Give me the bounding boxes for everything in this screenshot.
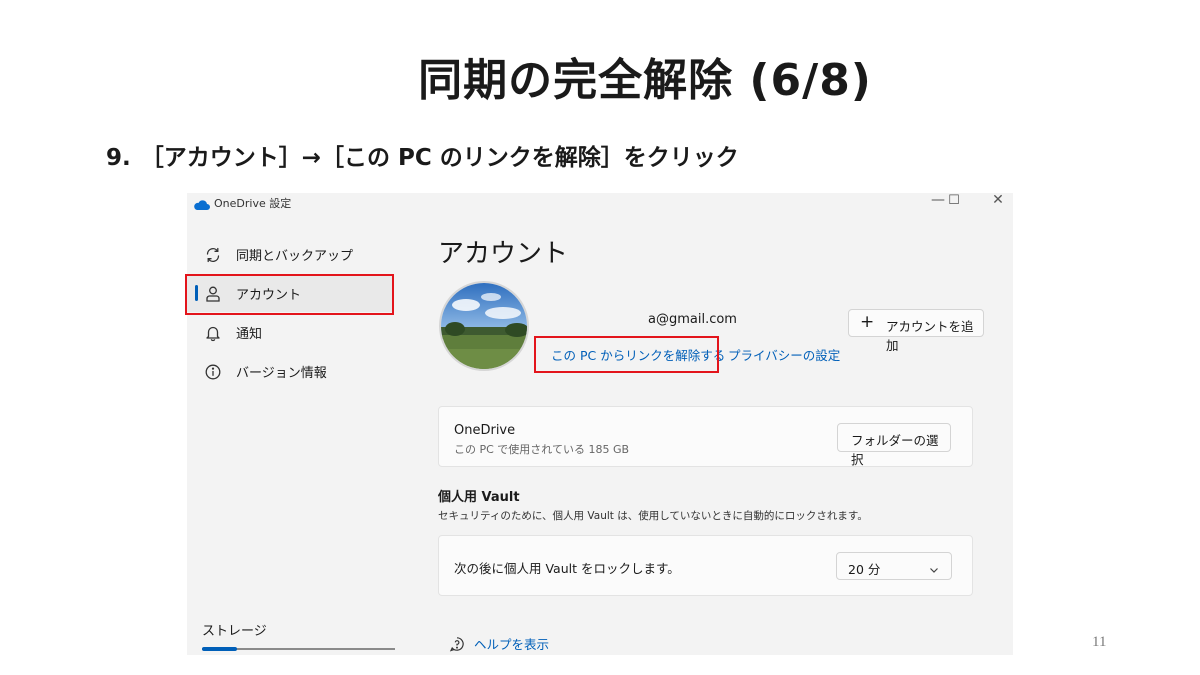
step-number: 9. <box>106 145 131 171</box>
account-avatar <box>439 281 529 371</box>
sidebar-item-label: 同期とバックアップ <box>236 249 354 264</box>
info-icon <box>204 363 222 381</box>
vault-lock-card: 次の後に個人用 Vault をロックします。 20 分 <box>438 535 973 596</box>
help-icon <box>449 636 465 655</box>
close-button[interactable]: ✕ <box>987 193 1009 208</box>
slide-title: 同期の完全解除 (6/8) <box>418 55 872 106</box>
unlink-pc-link[interactable]: この PC からリンクを解除する <box>551 345 725 364</box>
chevron-down-icon <box>929 560 939 579</box>
onedrive-cloud-icon <box>193 196 210 215</box>
onedrive-usage: この PC で使用されている 185 GB <box>454 443 630 456</box>
plus-icon: + <box>860 312 875 332</box>
active-indicator <box>195 285 198 301</box>
sidebar-item-label: バージョン情報 <box>236 366 327 381</box>
step-instruction: 9. ［アカウント］→［この PC のリンクを解除］をクリック <box>106 138 739 172</box>
storage-bar <box>202 647 395 651</box>
step-text: ［アカウント］→［この PC のリンクを解除］をクリック <box>140 145 739 171</box>
add-account-button[interactable]: + アカウントを追加 <box>848 309 984 353</box>
sync-icon <box>204 246 222 264</box>
vault-description: セキュリティのために、個人用 Vault は、使用していないときに自動的にロック… <box>438 510 868 522</box>
person-icon <box>204 285 222 303</box>
bell-icon <box>204 324 222 342</box>
title-bar: OneDrive 設定 — ☐ ✕ <box>187 193 1013 213</box>
window-title: OneDrive 設定 <box>214 197 292 210</box>
choose-folders-button[interactable]: フォルダーの選択 <box>837 423 951 467</box>
page-heading: アカウント <box>438 239 569 269</box>
maximize-button[interactable]: ☐ <box>943 193 965 208</box>
sidebar-item-notifications[interactable]: 通知 <box>187 313 392 351</box>
sidebar-item-sync[interactable]: 同期とバックアップ <box>187 235 392 273</box>
account-email: a@gmail.com <box>648 312 737 327</box>
choose-folders-label: フォルダーの選択 <box>851 433 939 467</box>
onedrive-name: OneDrive <box>454 423 516 438</box>
sidebar-item-label: アカウント <box>236 288 302 303</box>
onedrive-settings-window: OneDrive 設定 — ☐ ✕ 同期とバックアップ アカウント 通知 バージ… <box>187 193 1013 655</box>
sidebar-item-label: 通知 <box>236 327 263 342</box>
vault-lock-text: 次の後に個人用 Vault をロックします。 <box>454 561 680 576</box>
dropdown-value: 20 分 <box>848 562 881 577</box>
storage-bar-fill <box>202 647 237 651</box>
sidebar-item-account[interactable]: アカウント <box>187 274 392 312</box>
add-account-label: アカウントを追加 <box>886 319 974 353</box>
show-help-link[interactable]: ヘルプを表示 <box>474 634 549 653</box>
privacy-settings-link[interactable]: プライバシーの設定 <box>728 345 840 364</box>
vault-section-title: 個人用 Vault <box>438 490 520 505</box>
page-number: 11 <box>1092 634 1107 650</box>
storage-label: ストレージ <box>202 624 267 639</box>
sidebar-item-about[interactable]: バージョン情報 <box>187 352 392 390</box>
vault-lock-dropdown[interactable]: 20 分 <box>836 552 952 580</box>
